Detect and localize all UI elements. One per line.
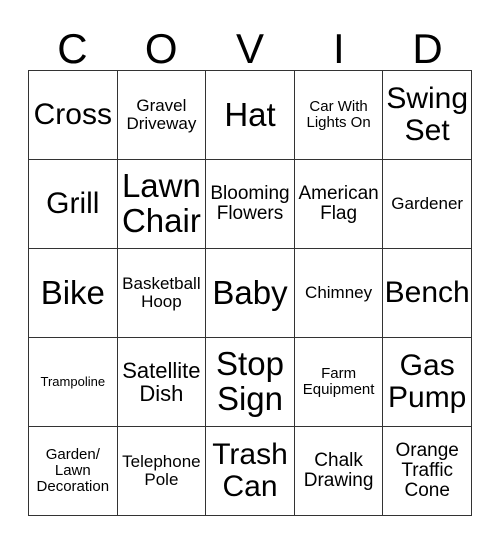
- bingo-cell-label: Cross: [33, 98, 112, 132]
- bingo-cell[interactable]: American Flag: [294, 160, 384, 249]
- bingo-cell-label: Trash Can: [212, 438, 288, 503]
- bingo-cell[interactable]: Garden/ Lawn Decoration: [29, 427, 118, 516]
- bingo-cell[interactable]: Lawn Chair: [117, 160, 207, 249]
- bingo-cell-label: Stop Sign: [216, 345, 284, 417]
- bingo-cell-label: Hat: [224, 95, 276, 133]
- bingo-cell[interactable]: Satellite Dish: [117, 338, 207, 427]
- bingo-cell-label: Car With Lights On: [306, 98, 371, 131]
- header-letter-2: O: [144, 25, 178, 72]
- bingo-header-row: C O V I D: [28, 22, 472, 70]
- bingo-cell-label: Swing Set: [386, 82, 469, 147]
- bingo-cell[interactable]: Telephone Pole: [117, 427, 207, 516]
- bingo-cell[interactable]: Stop Sign: [206, 338, 295, 427]
- bingo-cell-label: Farm Equipment: [302, 365, 375, 398]
- bingo-cell[interactable]: Gas Pump: [383, 338, 472, 427]
- bingo-cell-label: Lawn Chair: [121, 167, 201, 239]
- bingo-cell[interactable]: Gravel Driveway: [117, 71, 207, 160]
- bingo-cell[interactable]: Orange Traffic Cone: [383, 427, 472, 516]
- bingo-cell-label: American Flag: [298, 182, 379, 224]
- bingo-cell-label: Bench: [384, 276, 470, 310]
- bingo-cell[interactable]: Bike: [29, 249, 118, 338]
- bingo-cell[interactable]: Baby: [206, 249, 295, 338]
- bingo-cell[interactable]: Grill: [29, 160, 118, 249]
- bingo-cell[interactable]: Gardener: [383, 160, 472, 249]
- bingo-cell[interactable]: Chimney: [294, 249, 384, 338]
- header-letter-3: V: [235, 25, 264, 72]
- bingo-cell-label: Baby: [212, 273, 288, 311]
- bingo-cell-label: Chalk Drawing: [303, 449, 374, 491]
- bingo-cell-label: Gardener: [391, 193, 464, 213]
- bingo-cell[interactable]: Basketball Hoop: [117, 249, 207, 338]
- bingo-cell[interactable]: Trampoline: [29, 338, 118, 427]
- bingo-cell-label: Satellite Dish: [122, 357, 201, 406]
- bingo-cell-label: Telephone Pole: [122, 451, 201, 489]
- bingo-cell[interactable]: Chalk Drawing: [294, 427, 384, 516]
- bingo-cell[interactable]: Hat: [206, 71, 295, 160]
- header-letter-5: D: [412, 25, 443, 72]
- bingo-cell[interactable]: Swing Set: [383, 71, 472, 160]
- bingo-cell-label: Gas Pump: [388, 349, 467, 414]
- bingo-cell[interactable]: Car With Lights On: [294, 71, 384, 160]
- bingo-grid: Cross Gravel Driveway Hat Car With Lights O…: [28, 70, 472, 516]
- bingo-cell-label: Blooming Flowers: [210, 182, 290, 224]
- header-letter-4: I: [332, 25, 345, 72]
- bingo-cell-label: Chimney: [305, 282, 373, 302]
- bingo-cell-label: Bike: [40, 273, 105, 311]
- header-letter-1: C: [57, 25, 88, 72]
- bingo-cell[interactable]: Trash Can: [206, 427, 295, 516]
- bingo-cell[interactable]: Cross: [29, 71, 118, 160]
- bingo-cell-label: Orange Traffic Cone: [395, 439, 459, 502]
- bingo-cell-label: Gravel Driveway: [126, 95, 197, 133]
- bingo-cell-label: Basketball Hoop: [122, 273, 201, 311]
- bingo-cell-label: Grill: [46, 187, 100, 221]
- bingo-cell[interactable]: Bench: [383, 249, 472, 338]
- bingo-cell-label: Garden/ Lawn Decoration: [36, 446, 110, 495]
- bingo-cell[interactable]: Blooming Flowers: [206, 160, 295, 249]
- bingo-cell[interactable]: Farm Equipment: [294, 338, 384, 427]
- bingo-card: C O V I D Cross Gravel Driveway Hat Car Wit…: [0, 0, 500, 544]
- bingo-cell-label: Trampoline: [40, 374, 106, 390]
